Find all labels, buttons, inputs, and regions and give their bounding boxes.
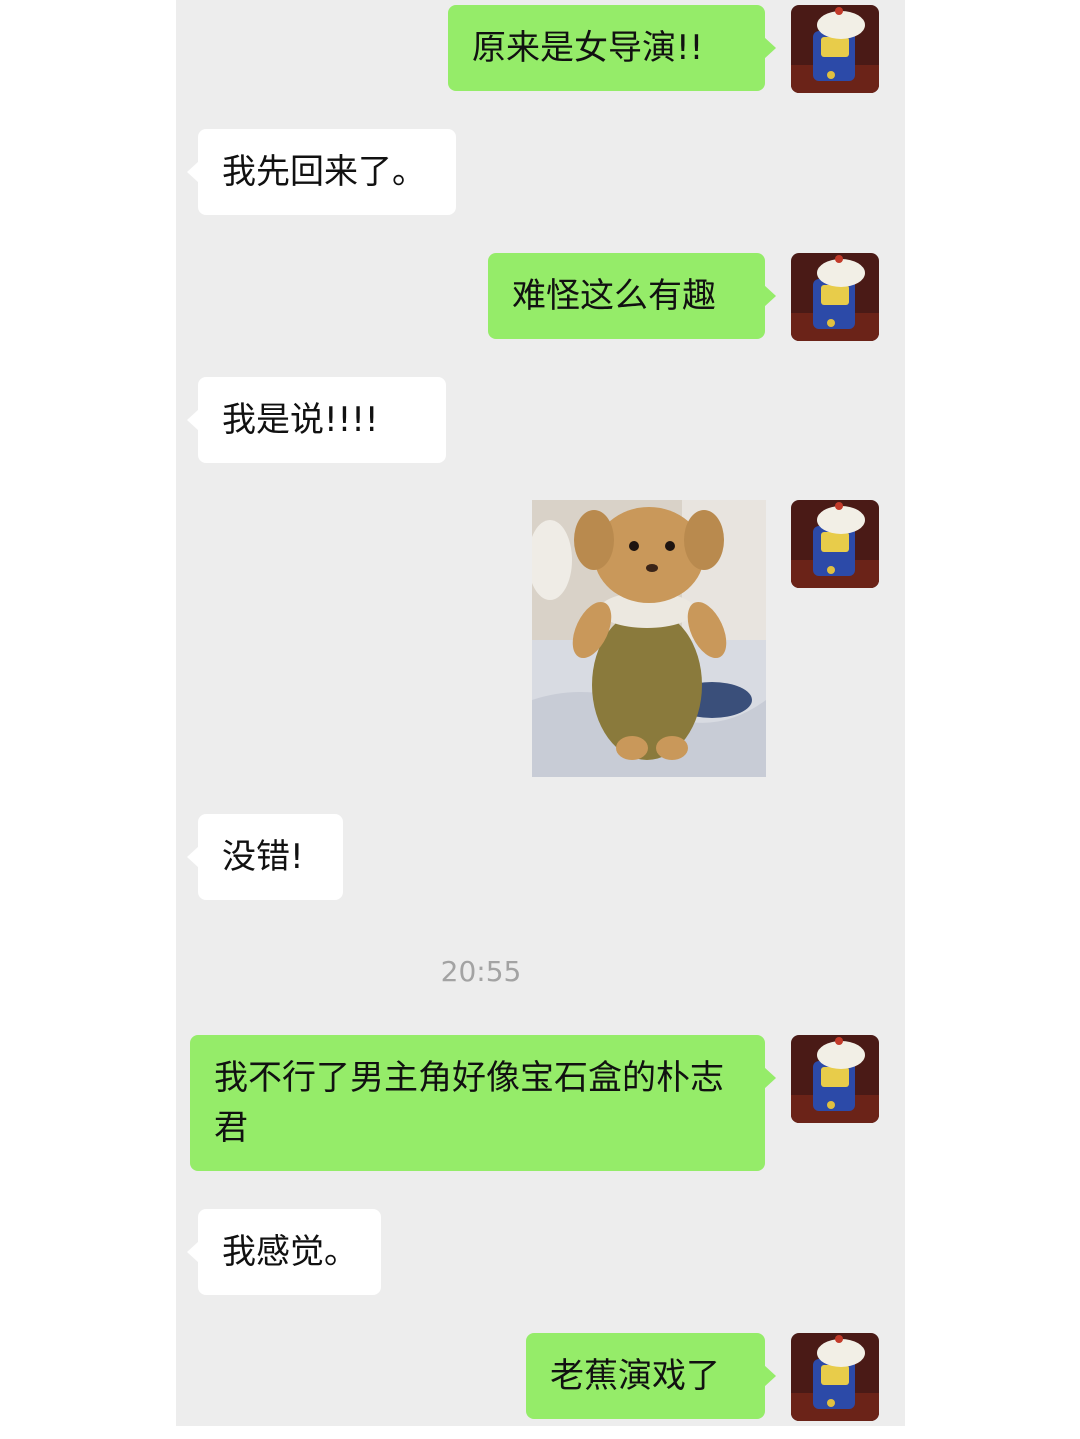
message-timestamp: 20:55: [440, 955, 522, 988]
message-text: 我感觉。: [222, 1232, 358, 1272]
message-text: 我是说!!!!: [222, 400, 379, 440]
outgoing-message-bubble[interactable]: 老蕉演戏了: [526, 1333, 776, 1419]
message-text: 我不行了男主角好像宝石盒的朴志君: [214, 1058, 724, 1148]
incoming-message-bubble[interactable]: 我是说!!!!: [187, 377, 446, 463]
message-text: 老蕉演戏了: [550, 1356, 720, 1396]
incoming-message-bubble[interactable]: 我感觉。: [187, 1209, 381, 1295]
teddy-bear-sticker[interactable]: [532, 500, 766, 777]
user-avatar-icon[interactable]: [791, 253, 879, 341]
incoming-message-bubble[interactable]: 没错!: [187, 814, 343, 900]
user-avatar-icon[interactable]: [791, 1035, 879, 1123]
screenshot-page: 原来是女导演!! 我先回来了。 难怪这么有趣 我是说!!!! 没错! 20:55…: [0, 0, 1080, 1439]
outgoing-message-bubble[interactable]: 原来是女导演!!: [448, 5, 776, 91]
user-avatar-icon[interactable]: [791, 5, 879, 93]
message-text: 难怪这么有趣: [512, 276, 716, 316]
user-avatar-icon[interactable]: [791, 500, 879, 588]
message-text: 没错!: [222, 837, 304, 877]
chat-conversation[interactable]: 原来是女导演!! 我先回来了。 难怪这么有趣 我是说!!!! 没错! 20:55…: [176, 0, 905, 1426]
user-avatar-icon[interactable]: [791, 1333, 879, 1421]
outgoing-message-bubble[interactable]: 难怪这么有趣: [488, 253, 776, 339]
message-text: 我先回来了。: [222, 152, 426, 192]
incoming-message-bubble[interactable]: 我先回来了。: [187, 129, 456, 215]
outgoing-message-bubble[interactable]: 我不行了男主角好像宝石盒的朴志君: [190, 1035, 776, 1171]
message-text: 原来是女导演!!: [472, 28, 704, 68]
